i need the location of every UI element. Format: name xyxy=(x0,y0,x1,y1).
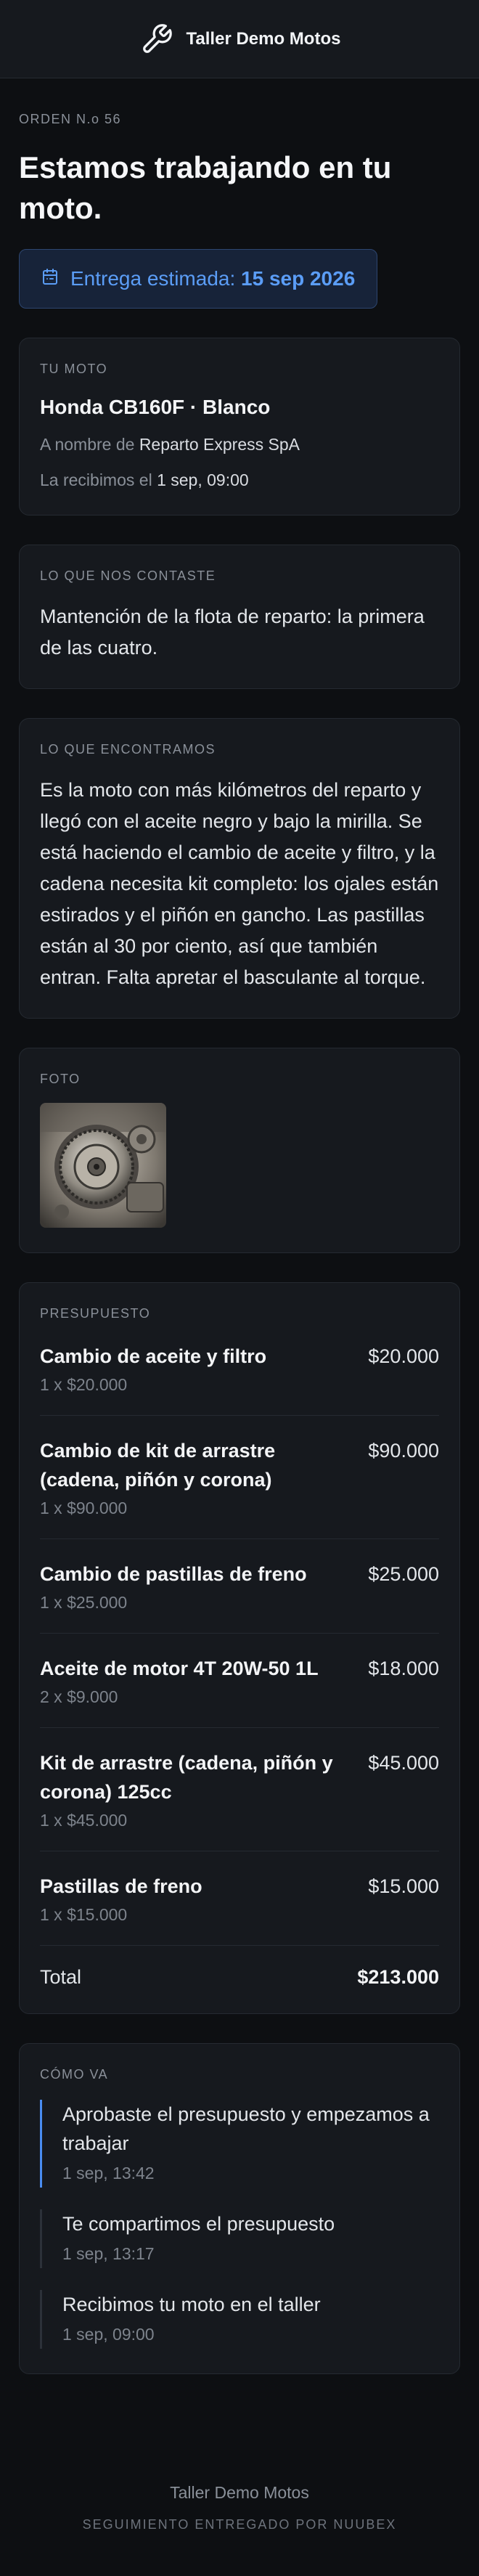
budget-card-label: PRESUPUESTO xyxy=(40,1306,151,1321)
told-card: LO QUE NOS CONTASTE Mantención de la flo… xyxy=(19,545,460,689)
moto-name: Honda CB160F · Blanco xyxy=(40,396,271,418)
order-tracking: ORDEN N.o 56 Estamos trabajando en tu mo… xyxy=(0,112,479,2576)
moto-card: TU MOTO Honda CB160F · Blanco A nombre d… xyxy=(19,338,460,515)
found-card-label: LO QUE ENCONTRAMOS xyxy=(40,742,216,757)
line-item-name: Pastillas de freno xyxy=(40,1875,202,1897)
line-item-qty: 1 x $15.000 xyxy=(40,1905,128,1924)
eta-label: Entrega estimada: xyxy=(70,267,236,290)
budget-line-item: Cambio de kit de arrastre (cadena, piñón… xyxy=(40,1416,439,1539)
eta-badge: Entrega estimada: 15 sep 2026 xyxy=(19,249,378,309)
line-item-name: Cambio de aceite y filtro xyxy=(40,1345,267,1367)
calendar-icon xyxy=(41,267,59,290)
timeline-event: Te compartimos el presupuesto 1 sep, 13:… xyxy=(40,2209,439,2268)
line-item-qty: 2 x $9.000 xyxy=(40,1687,118,1706)
moto-card-label: TU MOTO xyxy=(40,362,108,376)
line-item-name: Cambio de pastillas de freno xyxy=(40,1563,307,1585)
budget-line-item: Pastillas de freno 1 x $15.000 $15.000 xyxy=(40,1851,439,1946)
timeline-event-text: Te compartimos el presupuesto xyxy=(62,2213,335,2235)
footer-brand: Taller Demo Motos xyxy=(170,2483,309,2502)
timeline-event-text: Recibimos tu moto en el taller xyxy=(62,2294,321,2315)
timeline-event-time: 1 sep, 13:17 xyxy=(62,2244,155,2263)
line-item-qty: 1 x $90.000 xyxy=(40,1499,128,1517)
budget-line-item: Aceite de motor 4T 20W-50 1L 2 x $9.000 … xyxy=(40,1634,439,1728)
found-card: LO QUE ENCONTRAMOS Es la moto con más ki… xyxy=(19,718,460,1019)
brand-name: Taller Demo Motos xyxy=(186,28,341,49)
line-item-name: Aceite de motor 4T 20W-50 1L xyxy=(40,1658,319,1679)
timeline-event-text: Aprobaste el presupuesto y empezamos a t… xyxy=(62,2103,430,2154)
line-item-price: $15.000 xyxy=(368,1875,439,1897)
wrench-icon xyxy=(139,21,175,57)
progress-card: CÓMO VA Aprobaste el presupuesto y empez… xyxy=(19,2043,460,2374)
line-item-qty: 1 x $45.000 xyxy=(40,1811,128,1830)
budget-total: Total $213.000 xyxy=(40,1946,439,1989)
told-text: Mantención de la flota de reparto: la pr… xyxy=(40,606,425,659)
total-value: $213.000 xyxy=(357,1966,439,1988)
photo-card-label: FOTO xyxy=(40,1072,81,1086)
line-item-name: Cambio de kit de arrastre (cadena, piñón… xyxy=(40,1440,276,1491)
line-item-price: $18.000 xyxy=(368,1658,439,1679)
line-item-qty: 1 x $20.000 xyxy=(40,1375,128,1394)
told-card-label: LO QUE NOS CONTASTE xyxy=(40,568,216,583)
timeline-event: Recibimos tu moto en el taller 1 sep, 09… xyxy=(40,2290,439,2349)
timeline-event-time: 1 sep, 09:00 xyxy=(62,2325,155,2344)
eta-date: 15 sep 2026 xyxy=(241,267,356,290)
order-number: ORDEN N.o 56 xyxy=(19,112,122,126)
budget-line-item: Kit de arrastre (cadena, piñón y corona)… xyxy=(40,1728,439,1851)
progress-card-label: CÓMO VA xyxy=(40,2067,109,2082)
moto-received: La recibimos el 1 sep, 09:00 xyxy=(40,470,249,489)
line-item-price: $25.000 xyxy=(368,1563,439,1585)
line-item-price: $90.000 xyxy=(368,1440,439,1462)
page-title: Estamos trabajando en tu moto. xyxy=(19,150,392,225)
line-item-name: Kit de arrastre (cadena, piñón y corona)… xyxy=(40,1752,333,1803)
budget-line-item: Cambio de aceite y filtro 1 x $20.000 $2… xyxy=(40,1321,439,1416)
owner-name: Reparto Express SpA xyxy=(139,435,300,454)
line-item-price: $45.000 xyxy=(368,1752,439,1774)
moto-owner: A nombre de Reparto Express SpA xyxy=(40,435,300,454)
found-text: Es la moto con más kilómetros del repart… xyxy=(40,779,439,988)
budget-line-item: Cambio de pastillas de freno 1 x $25.000… xyxy=(40,1539,439,1634)
timeline: Aprobaste el presupuesto y empezamos a t… xyxy=(40,2100,439,2349)
footer: Taller Demo Motos SEGUIMIENTO ENTREGADO … xyxy=(19,2483,460,2576)
received-date: 1 sep, 09:00 xyxy=(157,470,249,489)
line-item-price: $20.000 xyxy=(368,1345,439,1367)
moto-photo-thumbnail[interactable] xyxy=(40,1103,166,1228)
photo-card: FOTO xyxy=(19,1048,460,1253)
timeline-event-time: 1 sep, 13:42 xyxy=(62,2164,155,2182)
top-bar: Taller Demo Motos xyxy=(0,0,479,78)
footer-powered-by: SEGUIMIENTO ENTREGADO POR NUUBEX xyxy=(82,2517,397,2532)
budget-card: PRESUPUESTO Cambio de aceite y filtro 1 … xyxy=(19,1282,460,2014)
timeline-event-current: Aprobaste el presupuesto y empezamos a t… xyxy=(40,2100,439,2188)
line-item-qty: 1 x $25.000 xyxy=(40,1593,128,1612)
total-label: Total xyxy=(40,1966,82,1988)
